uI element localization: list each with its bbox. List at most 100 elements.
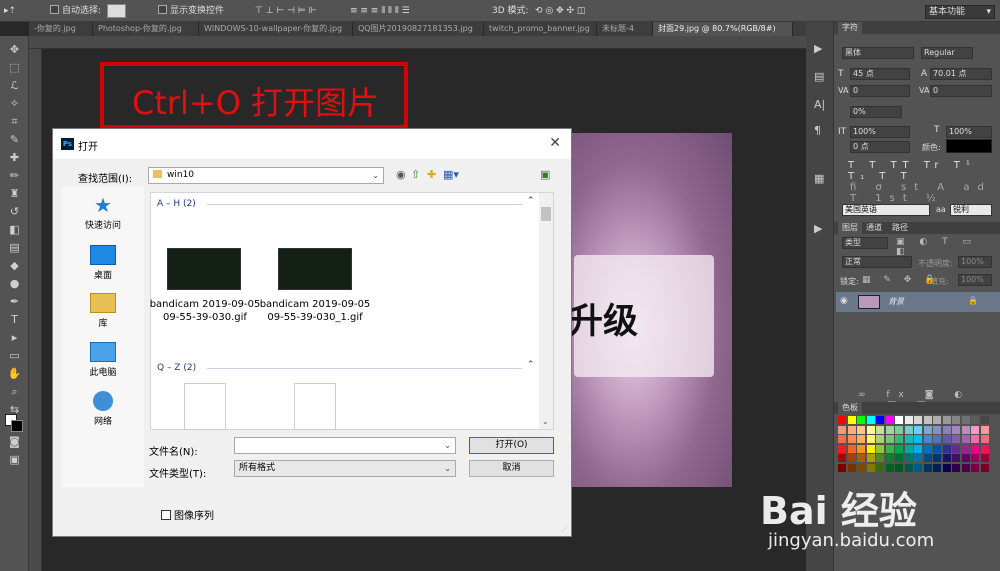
color-swatch[interactable] xyxy=(866,444,875,453)
font-family-dropdown[interactable]: 黑体 xyxy=(842,47,914,59)
layer-row[interactable]: ◉ 背景 🔒 xyxy=(836,292,1000,312)
lasso-icon[interactable]: ℒ xyxy=(0,78,29,94)
dodge-icon[interactable]: ● xyxy=(0,276,29,292)
color-swatch[interactable] xyxy=(857,444,865,453)
color-swatch[interactable] xyxy=(923,444,932,453)
paragraph-icon[interactable]: ¶ xyxy=(814,124,821,137)
checkbox-box[interactable] xyxy=(161,510,171,520)
color-swatch[interactable] xyxy=(942,444,951,453)
color-swatch[interactable] xyxy=(933,444,941,453)
color-swatch[interactable] xyxy=(904,425,913,434)
color-swatch[interactable] xyxy=(961,444,970,453)
preview-icon[interactable]: ▣ xyxy=(540,168,550,181)
color-swatch[interactable] xyxy=(952,425,960,434)
type-icon[interactable]: T xyxy=(0,312,29,328)
color-swatch[interactable] xyxy=(923,425,932,434)
path-select-icon[interactable]: ▸ xyxy=(0,330,29,346)
group-header[interactable]: Q – Z (2) xyxy=(157,363,196,373)
view-menu-icon[interactable]: ▦▾ xyxy=(443,168,459,181)
color-swatch[interactable] xyxy=(876,435,884,443)
history-brush-icon[interactable]: ↺ xyxy=(0,204,29,220)
cancel-button[interactable]: 取消 xyxy=(469,460,554,477)
chevron-down-icon[interactable]: ⌄ xyxy=(542,417,549,426)
filetype-dropdown[interactable]: 所有格式 ⌄ xyxy=(234,460,456,477)
file-thumbnail[interactable] xyxy=(278,248,352,290)
checkbox-box[interactable] xyxy=(158,5,167,14)
tab-paths[interactable]: 路径 xyxy=(888,222,912,234)
leading-field[interactable]: 70.01 点 xyxy=(930,68,992,80)
stamp-icon[interactable]: ♜ xyxy=(0,186,29,202)
opentype-buttons[interactable]: ﬁ σ st A ad T 1st ½ xyxy=(850,182,1000,204)
color-swatch[interactable] xyxy=(876,416,884,424)
align-icons[interactable]: ⊤ ⊥ ⊢ ⊣ ⊨ ⊩ xyxy=(255,4,316,18)
color-swatch[interactable] xyxy=(923,435,932,443)
tracking-field[interactable]: 0 xyxy=(930,85,992,97)
color-swatch[interactable] xyxy=(942,454,951,462)
file-list-scrollbar[interactable]: ⌄ xyxy=(539,193,553,429)
back-icon[interactable]: ◉ xyxy=(396,168,406,181)
chevron-up-icon[interactable]: ⌃ xyxy=(527,360,535,370)
color-swatch[interactable] xyxy=(952,416,960,424)
color-swatch[interactable] xyxy=(961,416,970,424)
kerning-field[interactable]: 0 xyxy=(850,85,910,97)
zoom-icon[interactable]: ⌕ xyxy=(0,384,29,400)
color-swatch[interactable] xyxy=(914,454,922,462)
color-swatch[interactable] xyxy=(980,435,989,443)
color-swatch[interactable] xyxy=(961,435,970,443)
actions-icon[interactable]: ▤ xyxy=(814,70,824,83)
color-swatch[interactable] xyxy=(980,425,989,434)
color-swatch[interactable] xyxy=(942,425,951,434)
color-swatch[interactable] xyxy=(838,444,846,453)
marquee-icon[interactable]: ⬚ xyxy=(0,60,29,76)
color-swatch[interactable] xyxy=(847,454,856,462)
file-thumbnail[interactable] xyxy=(167,248,241,290)
horizontal-scale-field[interactable]: 100% xyxy=(946,126,992,138)
place-network[interactable]: 网络 xyxy=(62,391,144,427)
checkbox-box[interactable] xyxy=(50,5,59,14)
color-swatch[interactable] xyxy=(952,454,960,462)
color-swatch[interactable] xyxy=(971,425,979,434)
place-quick-access[interactable]: ★ 快速访问 xyxy=(62,195,144,231)
auto-select-checkbox[interactable]: 自动选择: xyxy=(50,4,101,18)
resize-grip-icon[interactable]: ⋰ xyxy=(561,525,568,533)
open-button[interactable]: 打开(O) xyxy=(469,437,554,454)
color-swatch[interactable] xyxy=(942,435,951,443)
eraser-icon[interactable]: ◧ xyxy=(0,222,29,238)
language-dropdown[interactable]: 美国英语 xyxy=(842,204,930,216)
color-swatch[interactable] xyxy=(923,416,932,424)
color-swatch[interactable] xyxy=(952,435,960,443)
color-swatch[interactable] xyxy=(885,435,894,443)
tab-doc-1[interactable]: -你复的.jpg xyxy=(29,22,93,36)
tab-character[interactable]: 字符 xyxy=(838,22,862,34)
file-thumbnail[interactable] xyxy=(184,383,226,430)
move-icon[interactable]: ✥ xyxy=(0,42,29,58)
move-tool-icon[interactable]: ▸⇡ xyxy=(4,4,16,18)
color-swatch[interactable] xyxy=(914,444,922,453)
color-swatch[interactable] xyxy=(971,435,979,443)
opacity-field[interactable]: 100% xyxy=(958,256,992,268)
color-swatch[interactable] xyxy=(866,454,875,462)
auto-select-dropdown[interactable]: 组 xyxy=(107,4,127,18)
hand-icon[interactable]: ✋ xyxy=(0,366,29,382)
gradient-icon[interactable]: ▤ xyxy=(0,240,29,256)
tab-doc-4[interactable]: QQ图片20190827181353.jpg xyxy=(353,22,484,36)
color-swatch[interactable] xyxy=(857,416,865,424)
file-name[interactable]: bandicam 2019-09-05 09-55-39-030_1.gif xyxy=(255,298,375,324)
eyedropper-icon[interactable]: ✎ xyxy=(0,132,29,148)
color-swatch[interactable] xyxy=(933,454,941,462)
place-this-pc[interactable]: 此电脑 xyxy=(62,342,144,378)
color-swatch[interactable] xyxy=(942,416,951,424)
color-swatch[interactable] xyxy=(847,425,856,434)
color-swatch[interactable] xyxy=(847,416,856,424)
baseline-field[interactable]: 0 点 xyxy=(850,141,910,153)
color-swatch[interactable] xyxy=(895,435,903,443)
color-swatch[interactable] xyxy=(847,435,856,443)
color-swatch[interactable] xyxy=(885,416,894,424)
color-swatch[interactable] xyxy=(895,454,903,462)
eye-icon[interactable]: ◉ xyxy=(840,296,848,306)
color-swatch[interactable] xyxy=(923,454,932,462)
show-transform-checkbox[interactable]: 显示变换控件 xyxy=(158,4,224,18)
blur-icon[interactable]: ◆ xyxy=(0,258,29,274)
tab-doc-3[interactable]: WINDOWS-10-wallpaper-你复的.jpg xyxy=(199,22,353,36)
up-folder-icon[interactable]: ⇧ xyxy=(411,168,420,181)
